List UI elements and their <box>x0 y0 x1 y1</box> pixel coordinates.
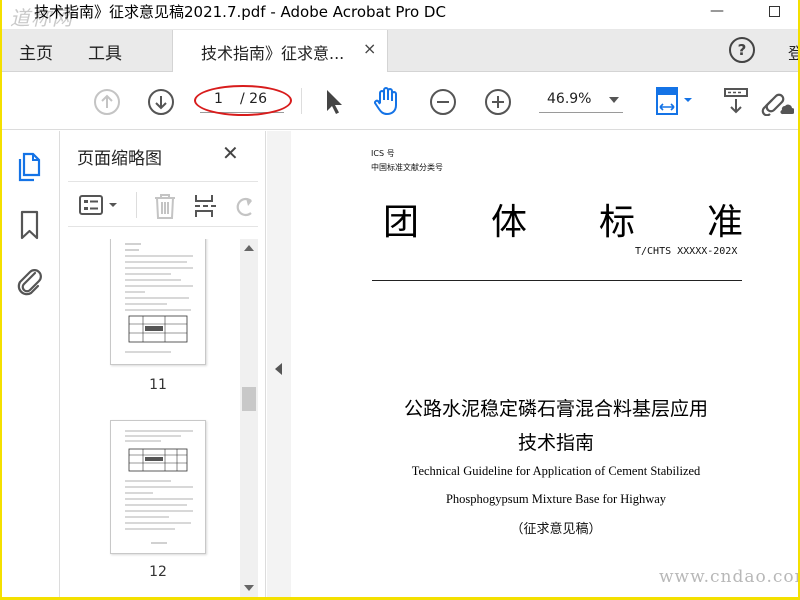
panel-collapse-handle[interactable] <box>267 131 291 597</box>
zoom-in-button[interactable] <box>484 88 512 116</box>
tab-tools[interactable]: 工具 <box>88 39 122 64</box>
bookmark-icon <box>20 210 39 240</box>
fit-width-icon <box>656 87 692 115</box>
scroll-up-arrow-icon[interactable] <box>244 245 254 251</box>
highlight-ellipse <box>194 85 292 116</box>
plus-circle-icon <box>485 89 511 115</box>
doc-draft-note: （征求意见稿） <box>510 522 602 537</box>
panel-title: 页面缩略图 <box>77 149 162 169</box>
zoom-level-value: 46.9% <box>547 91 592 107</box>
bookmarks-button[interactable] <box>18 209 42 241</box>
document-page: ICS 号 中国标准文献分类号 团 体 标 准 T/CHTS XXXXX-202… <box>291 131 798 597</box>
fit-page-button[interactable] <box>653 85 699 119</box>
doc-standard-char: 体 <box>490 202 527 243</box>
maximize-icon <box>768 6 780 17</box>
doc-divider <box>372 280 742 281</box>
doc-standard-char: 标 <box>598 202 635 243</box>
doc-ics-number: ICS 号 <box>371 149 395 158</box>
tab-bar: 主页 工具 技术指南》征求意... × ? 登 <box>2 30 798 72</box>
insert-page-icon <box>195 195 216 217</box>
trash-icon <box>155 194 175 219</box>
navigation-rail <box>2 131 60 597</box>
cursor-arrow-icon <box>327 90 342 114</box>
attachments-button[interactable] <box>15 265 45 297</box>
sign-in-button[interactable]: 登 <box>788 40 798 64</box>
rotate-page-button[interactable] <box>232 192 258 220</box>
zoom-level-dropdown[interactable]: 46.9% <box>539 89 623 113</box>
thumbnail-toolbar <box>68 181 258 227</box>
thumbnail-list: 11 12 <box>60 239 238 597</box>
doc-title-en: Phosphogypsum Mixture Base for Highway <box>445 492 667 506</box>
minimize-button[interactable]: — <box>697 0 737 30</box>
toolbar-divider <box>136 192 137 218</box>
page-preview <box>125 243 193 353</box>
site-watermark: www.cndao.com <box>659 567 798 587</box>
tab-document[interactable]: 技术指南》征求意... × <box>172 30 388 72</box>
paperclip-icon <box>17 269 42 296</box>
page-thumbnails-icon <box>18 152 41 182</box>
download-scroll-icon <box>724 88 748 114</box>
page-preview <box>125 430 193 544</box>
insert-page-button[interactable] <box>192 192 220 220</box>
tab-home[interactable]: 主页 <box>19 39 53 64</box>
doc-standard-char: 准 <box>706 202 743 243</box>
thumbnail-page-number: 12 <box>149 564 167 580</box>
scroll-mode-button[interactable] <box>722 86 750 116</box>
share-link-button[interactable] <box>760 86 794 116</box>
title-bar: 道称网 技术指南》征求意见稿2021.7.pdf - Adobe Acrobat… <box>2 0 798 30</box>
hand-icon <box>374 87 397 115</box>
doc-title-zh: 公路水泥稳定磷石膏混合料基层应用 <box>403 398 708 420</box>
previous-page-button[interactable] <box>93 88 121 116</box>
thumbnail-page[interactable] <box>110 420 206 554</box>
doc-standard-char: 团 <box>383 202 420 243</box>
panel-close-button[interactable]: ✕ <box>222 141 239 165</box>
doc-standard-code: T/CHTS XXXXX-202X <box>635 246 738 257</box>
hand-tool-button[interactable] <box>371 85 405 117</box>
doc-classification: 中国标准文献分类号 <box>371 163 443 172</box>
scroll-down-arrow-icon[interactable] <box>244 585 254 591</box>
doc-standard-type: 团 体 标 准 <box>383 193 743 245</box>
minus-circle-icon <box>430 89 456 115</box>
document-viewport[interactable]: ICS 号 中国标准文献分类号 团 体 标 准 T/CHTS XXXXX-202… <box>291 131 798 597</box>
doc-title-en: Technical Guideline for Application of C… <box>411 464 701 478</box>
link-cloud-icon <box>761 93 794 116</box>
thumbnail-page-number: 11 <box>149 377 167 393</box>
arrow-up-circle-icon <box>94 89 120 115</box>
help-icon[interactable]: ? <box>729 37 755 63</box>
select-tool-button[interactable] <box>322 87 346 117</box>
tab-document-label: 技术指南》征求意... <box>201 44 345 63</box>
window-title: 技术指南》征求意见稿2021.7.pdf - Adobe Acrobat Pro… <box>34 3 446 21</box>
scrollbar-thumb[interactable] <box>242 387 256 411</box>
options-menu-button[interactable] <box>78 194 122 216</box>
chevron-left-icon <box>275 363 282 375</box>
maximize-button[interactable] <box>754 0 794 30</box>
next-page-button[interactable] <box>147 88 175 116</box>
rotate-icon <box>236 197 252 217</box>
acrobat-window: 道称网 技术指南》征求意见稿2021.7.pdf - Adobe Acrobat… <box>2 0 798 597</box>
tab-close-button[interactable]: × <box>363 39 376 58</box>
chevron-down-icon <box>609 97 619 103</box>
thumbnail-scrollbar[interactable] <box>240 239 258 597</box>
doc-title-zh: 技术指南 <box>517 432 594 454</box>
zoom-out-button[interactable] <box>429 88 457 116</box>
toolbar-divider <box>301 88 302 114</box>
arrow-down-circle-icon <box>148 89 174 115</box>
delete-page-button[interactable] <box>152 192 178 220</box>
thumbnail-page[interactable] <box>110 239 206 365</box>
options-list-icon <box>79 195 117 215</box>
page-thumbnails-button[interactable] <box>16 151 44 183</box>
page-thumbnails-panel: 页面缩略图 ✕ 11 12 <box>60 131 266 597</box>
main-toolbar: 1 / 26 46.9% <box>2 72 798 130</box>
